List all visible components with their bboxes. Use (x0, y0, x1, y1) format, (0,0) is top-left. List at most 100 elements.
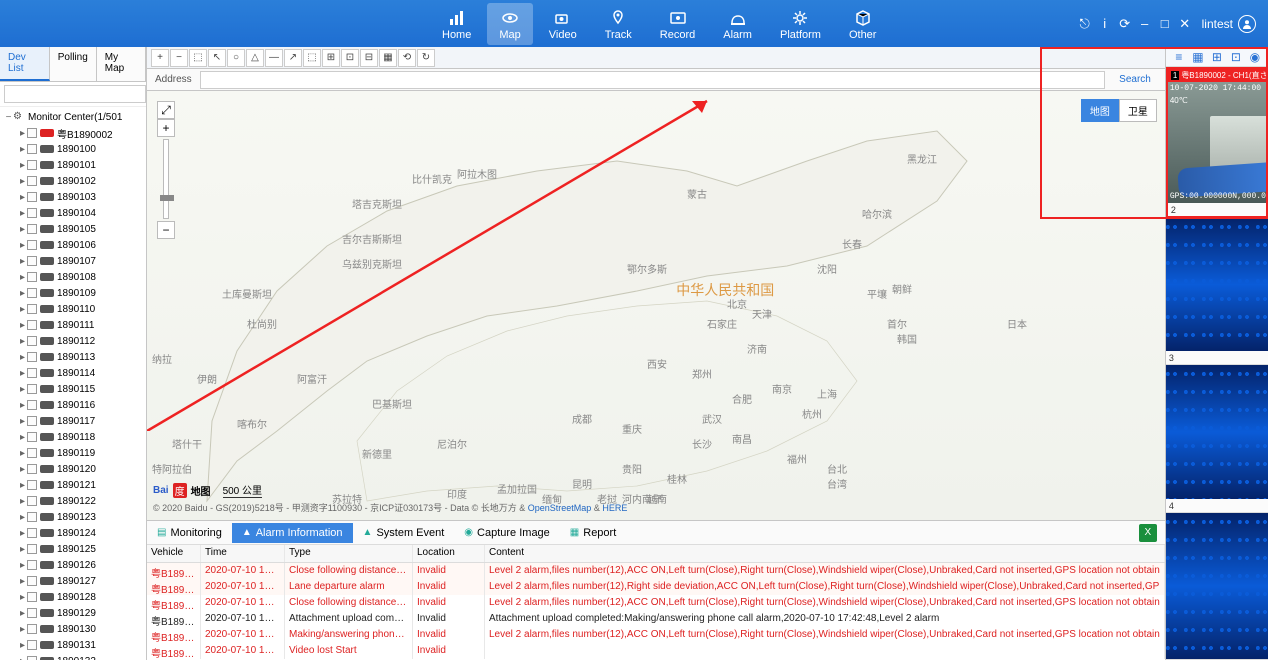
expand-icon[interactable]: ▸ (18, 528, 27, 539)
nav-map[interactable]: Map (487, 3, 532, 45)
sidebar-tab-my-map[interactable]: My Map (97, 47, 146, 81)
alarm-row[interactable]: 粤B18900022020-07-10 17:44.00Lane departu… (147, 579, 1165, 595)
expand-icon[interactable]: ▸ (18, 512, 27, 523)
nav-other[interactable]: Other (837, 3, 889, 45)
nav-home[interactable]: Home (430, 3, 483, 45)
device-item[interactable]: ▸1890130 (4, 621, 146, 637)
expand-icon[interactable]: ▸ (18, 272, 27, 283)
nav-alarm[interactable]: Alarm (711, 3, 764, 45)
device-item[interactable]: ▸1890132 (4, 653, 146, 660)
checkbox[interactable] (27, 384, 37, 394)
expand-icon[interactable]: ▸ (18, 384, 27, 395)
bottom-tab-monitoring[interactable]: ▤Monitoring (147, 523, 232, 543)
map-canvas[interactable]: ⤢ + − 地图卫星 中华人民共和国 塔吉克斯坦比什凯克阿拉木图吉尔吉斯斯坦乌兹… (147, 91, 1165, 520)
checkbox[interactable] (27, 656, 37, 660)
device-item[interactable]: ▸1890126 (4, 557, 146, 573)
export-excel-button[interactable]: X (1139, 524, 1157, 542)
expand-icon[interactable]: ▸ (18, 448, 27, 459)
checkbox[interactable] (27, 352, 37, 362)
checkbox[interactable] (27, 592, 37, 602)
checkbox[interactable] (27, 240, 37, 250)
col-time[interactable]: Time (201, 545, 285, 562)
checkbox[interactable] (27, 304, 37, 314)
nav-platform[interactable]: Platform (768, 3, 833, 45)
map-tool-3[interactable]: ↖ (208, 49, 226, 67)
map-tool-6[interactable]: — (265, 49, 283, 67)
device-item[interactable]: ▸1890111 (4, 317, 146, 333)
checkbox[interactable] (27, 224, 37, 234)
col-type[interactable]: Type (285, 545, 413, 562)
map-tool-7[interactable]: ↗ (284, 49, 302, 67)
device-item[interactable]: ▸1890113 (4, 349, 146, 365)
device-item[interactable]: ▸1890103 (4, 189, 146, 205)
minimize-icon[interactable]: – (1138, 17, 1152, 31)
device-item[interactable]: ▸1890123 (4, 509, 146, 525)
checkbox[interactable] (27, 256, 37, 266)
checkbox[interactable] (27, 496, 37, 506)
expand-icon[interactable]: ▸ (18, 624, 27, 635)
map-tool-1[interactable]: − (170, 49, 188, 67)
device-item[interactable]: ▸1890108 (4, 269, 146, 285)
device-item[interactable]: ▸1890105 (4, 221, 146, 237)
nav-video[interactable]: Video (537, 3, 589, 45)
expand-icon[interactable]: ▸ (18, 240, 27, 251)
checkbox[interactable] (27, 560, 37, 570)
device-item[interactable]: ▸1890125 (4, 541, 146, 557)
device-item[interactable]: ▸1890101 (4, 157, 146, 173)
zoom-fullscreen[interactable]: ⤢ (157, 101, 175, 119)
expand-icon[interactable]: ▸ (18, 480, 27, 491)
checkbox[interactable] (27, 624, 37, 634)
expand-icon[interactable]: ▸ (18, 464, 27, 475)
device-search-input[interactable] (4, 85, 146, 103)
checkbox[interactable] (27, 272, 37, 282)
device-item[interactable]: ▸1890104 (4, 205, 146, 221)
device-item[interactable]: ▸1890109 (4, 285, 146, 301)
collapse-icon[interactable]: − (4, 112, 13, 123)
checkbox[interactable] (27, 528, 37, 538)
device-item[interactable]: ▸1890124 (4, 525, 146, 541)
zoom-out-button[interactable]: − (157, 221, 175, 239)
here-link[interactable]: HERE (602, 503, 627, 513)
expand-icon[interactable]: ▸ (18, 496, 27, 507)
device-item[interactable]: ▸1890120 (4, 461, 146, 477)
expand-icon[interactable]: ▸ (18, 400, 27, 411)
device-item[interactable]: ▸1890106 (4, 237, 146, 253)
expand-icon[interactable]: ▸ (18, 320, 27, 331)
alarm-row[interactable]: 粤B18900022020-07-10 17:40:31Video lost S… (147, 643, 1165, 659)
user-area[interactable]: lintest (1202, 15, 1256, 33)
nav-track[interactable]: Track (593, 3, 644, 45)
checkbox[interactable] (27, 400, 37, 410)
zoom-in-button[interactable]: + (157, 119, 175, 137)
device-item[interactable]: ▸1890129 (4, 605, 146, 621)
checkbox[interactable] (27, 176, 37, 186)
bottom-tab-capture-image[interactable]: ◉Capture Image (454, 523, 560, 543)
bottom-tab-alarm-information[interactable]: ▲Alarm Information (232, 523, 353, 543)
expand-icon[interactable]: ▸ (18, 208, 27, 219)
checkbox[interactable] (27, 368, 37, 378)
device-item[interactable]: ▸1890131 (4, 637, 146, 653)
expand-icon[interactable]: ▸ (18, 608, 27, 619)
tree-root[interactable]: − ⚙ Monitor Center(1/501 (4, 109, 146, 125)
col-location[interactable]: Location (413, 545, 485, 562)
checkbox[interactable] (27, 288, 37, 298)
expand-icon[interactable]: ▸ (18, 656, 27, 660)
checkbox[interactable] (27, 416, 37, 426)
zoom-slider[interactable] (163, 139, 169, 219)
refresh-icon[interactable]: ⟳ (1118, 17, 1132, 31)
expand-icon[interactable]: ▸ (18, 368, 27, 379)
device-item[interactable]: ▸1890110 (4, 301, 146, 317)
map-tool-12[interactable]: ▦ (379, 49, 397, 67)
map-tool-5[interactable]: △ (246, 49, 264, 67)
checkbox[interactable] (27, 576, 37, 586)
alarm-row[interactable]: 粤B18900022020-07-10 17:42:48Attachment u… (147, 611, 1165, 627)
device-item[interactable]: ▸1890119 (4, 445, 146, 461)
map-tool-8[interactable]: ⬚ (303, 49, 321, 67)
bottom-tab-report[interactable]: ▦Report (560, 523, 626, 543)
map-tool-2[interactable]: ⬚ (189, 49, 207, 67)
device-item[interactable]: ▸1890116 (4, 397, 146, 413)
video-cell-3[interactable]: 4 (1166, 365, 1268, 513)
alarm-row[interactable]: 粤B18900022020-07-10 17:43:54Close follow… (147, 595, 1165, 611)
expand-icon[interactable]: ▸ (18, 544, 27, 555)
expand-icon[interactable]: ▸ (18, 176, 27, 187)
expand-icon[interactable]: ▸ (18, 576, 27, 587)
